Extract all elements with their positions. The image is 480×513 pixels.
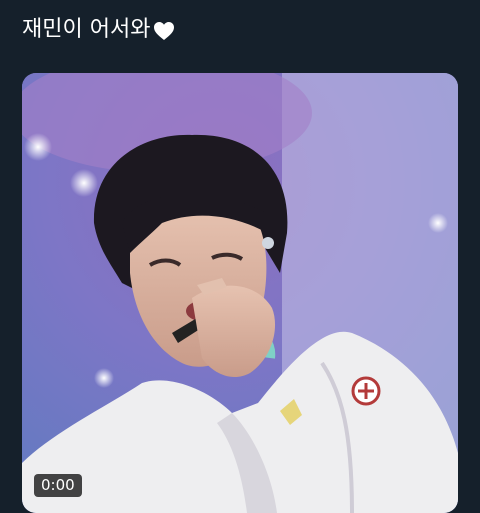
video-duration-badge: 0:00 [34,474,82,497]
tweet-body: 재민이 어서와 [22,17,151,42]
video-thumbnail [22,73,458,513]
tweet-text: 재민이 어서와 [22,14,176,46]
video-player[interactable]: 0:00 [22,73,458,513]
white-heart-icon [152,19,176,43]
